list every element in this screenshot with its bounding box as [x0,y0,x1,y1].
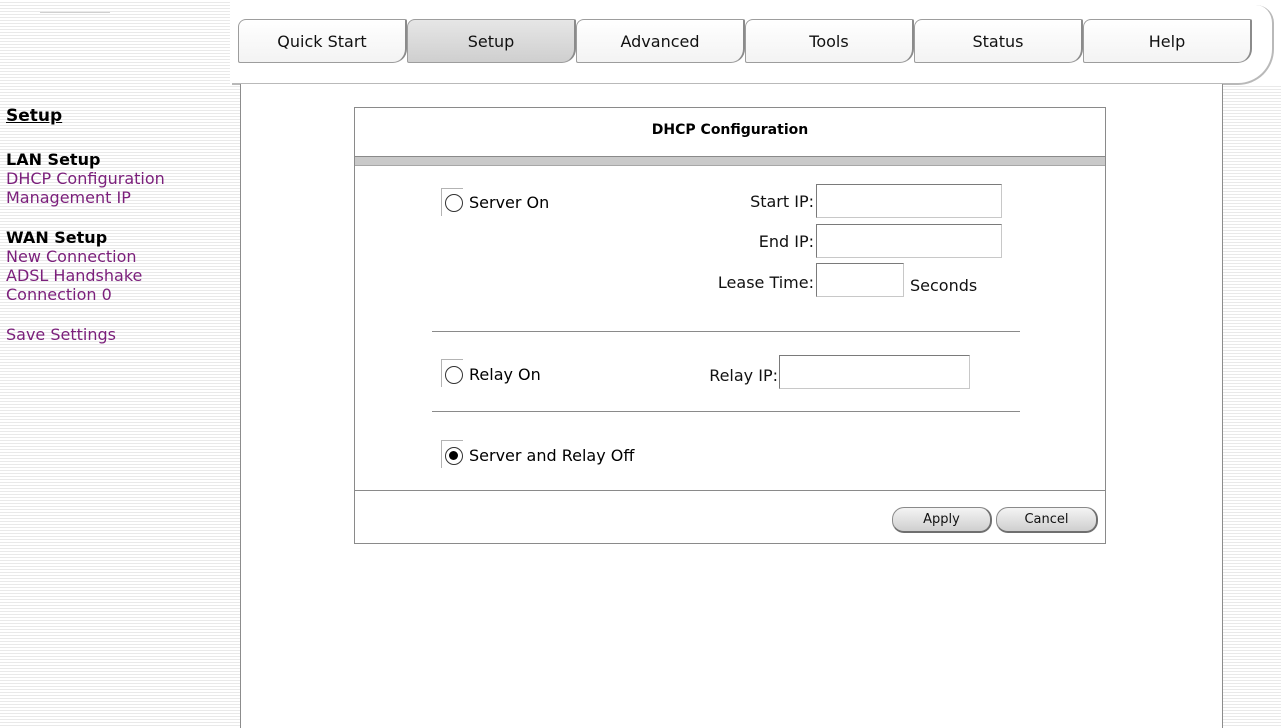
seconds-label: Seconds [910,276,978,295]
relay-ip-input[interactable] [779,355,970,389]
panel-header-bar [355,156,1105,166]
end-ip-label: End IP: [758,232,814,251]
panel-footer [355,490,1105,545]
end-ip-input[interactable] [816,224,1002,258]
server-on-label: Server On [469,193,550,212]
tab-label: Setup [467,31,515,51]
cancel-button[interactable]: Cancel [996,507,1098,533]
tab-quick-start[interactable]: Quick Start [238,19,407,63]
server-on-radio[interactable] [445,193,463,212]
apply-button[interactable]: Apply [892,507,992,533]
sidebar-title[interactable]: Setup [6,106,231,126]
sidebar-group-lan: LAN Setup [6,150,101,169]
sidebar: Setup LAN Setup DHCP Configuration Manag… [6,106,231,344]
panel-title: DHCP Configuration [651,122,809,138]
divider [432,331,1020,332]
relay-ip-label: Relay IP: [709,366,778,385]
sidebar-item-dhcp-configuration[interactable]: DHCP Configuration [6,169,231,188]
main-tabs: Quick Start Setup Advanced Tools Status … [238,19,1252,63]
tab-label: Status [972,31,1024,51]
sidebar-item-new-connection[interactable]: New Connection [6,247,231,266]
relay-on-option[interactable]: Relay On [445,365,541,384]
start-ip-input[interactable] [816,184,1002,218]
server-relay-off-option[interactable]: Server and Relay Off [445,446,634,465]
tab-label: Help [1148,31,1186,51]
tab-label: Advanced [620,31,700,51]
tab-label: Tools [809,31,849,51]
tab-setup[interactable]: Setup [407,19,576,63]
tab-status[interactable]: Status [914,19,1083,63]
tab-help[interactable]: Help [1083,19,1252,63]
tab-advanced[interactable]: Advanced [576,19,745,63]
server-relay-off-radio[interactable] [445,446,463,465]
sidebar-item-connection-0[interactable]: Connection 0 [6,285,231,304]
corner-decoration [40,12,110,13]
server-relay-off-label: Server and Relay Off [469,446,635,465]
sidebar-item-adsl-handshake[interactable]: ADSL Handshake [6,266,231,285]
tab-label: Quick Start [277,31,367,51]
lease-time-input[interactable] [816,263,904,297]
relay-on-radio[interactable] [445,365,463,384]
sidebar-item-management-ip[interactable]: Management IP [6,188,231,207]
relay-on-label: Relay On [469,365,541,384]
sidebar-item-save-settings[interactable]: Save Settings [6,325,231,344]
server-on-option[interactable]: Server On [445,193,549,212]
sidebar-group-wan: WAN Setup [6,228,108,247]
start-ip-label: Start IP: [750,192,814,211]
lease-time-label: Lease Time: [717,273,814,292]
dhcp-config-panel: DHCP Configuration [354,107,1106,544]
tab-tools[interactable]: Tools [745,19,914,63]
divider [432,411,1020,412]
